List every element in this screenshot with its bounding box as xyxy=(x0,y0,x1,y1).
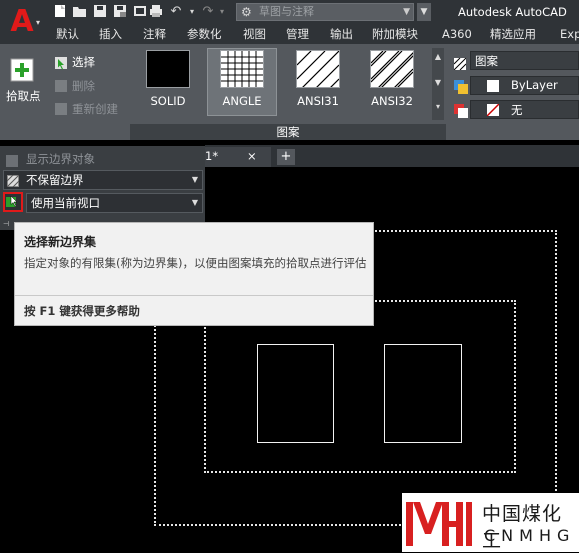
workspace-selector[interactable]: ⚙ 草图与注释 ▼ xyxy=(236,3,414,21)
new-tab-button[interactable]: + xyxy=(277,149,295,165)
select-new-boundary-set-button[interactable] xyxy=(3,192,23,212)
retain-boundaries-select[interactable]: 不保留边界 ▼ xyxy=(3,170,203,190)
chevron-down-icon: ▾ xyxy=(36,18,41,27)
watermark-logo xyxy=(404,496,474,550)
drawing-tab[interactable]: 1* × xyxy=(205,147,271,167)
pick-points-button[interactable]: 拾取点 xyxy=(6,88,41,104)
autocad-logo-icon: A xyxy=(10,4,34,39)
chevron-down-icon: ▼ xyxy=(191,175,198,184)
retain-boundary-icon xyxy=(6,174,20,188)
drawing-tab-label: 1* xyxy=(205,149,219,163)
pattern-item-label: ANSI31 xyxy=(297,94,339,108)
workspace-label: 草图与注释 xyxy=(259,5,314,18)
pin-icon[interactable]: ⊣ xyxy=(3,220,9,228)
tab-default[interactable]: 默认 xyxy=(56,24,79,44)
show-boundary-objects-icon xyxy=(6,152,18,167)
color-swatch xyxy=(487,80,499,92)
file-tab-bar: 1* × + xyxy=(205,145,579,167)
show-boundary-objects-button: 显示边界对象 xyxy=(26,152,95,166)
pattern-item-label: SOLID xyxy=(150,94,186,108)
tab-featured-apps[interactable]: 精选应用 xyxy=(490,24,536,44)
grid-swatch-icon[interactable] xyxy=(220,50,264,88)
new-file-icon[interactable] xyxy=(52,4,68,20)
remove-boundaries-button: 删除 xyxy=(72,79,95,93)
tooltip-divider xyxy=(15,295,373,296)
tab-manage[interactable]: 管理 xyxy=(286,24,309,44)
recreate-boundary-button: 重新创建 xyxy=(72,102,118,116)
quick-access-customize-button[interactable]: ▼ xyxy=(417,3,431,21)
boundaries-expanded-panel: 显示边界对象 不保留边界 ▼ 使用当前视口 ▼ xyxy=(0,146,205,222)
tab-express[interactable]: Exp xyxy=(560,24,579,44)
chevron-down-icon: ▼ xyxy=(403,7,410,17)
redo-dropdown-icon: ▾ xyxy=(219,7,224,16)
background-color-select[interactable]: 无 xyxy=(470,100,579,119)
window-title: Autodesk AutoCAD xyxy=(458,5,567,19)
hatch-color-icon xyxy=(454,79,468,94)
tooltip: 选择新边界集 指定对象的有限集(称为边界集)，以便由图案填充的拾取点进行评估 按… xyxy=(14,222,374,326)
no-color-swatch xyxy=(487,104,499,116)
application-menu-button[interactable]: A ▾ xyxy=(0,0,44,44)
pattern-item-label: ANGLE xyxy=(222,94,262,108)
properties-panel: 图案 ByLayer 无 xyxy=(446,48,579,140)
scroll-up-icon[interactable]: ▲ xyxy=(432,52,444,61)
print-icon[interactable] xyxy=(148,4,164,20)
pattern-panel-title: 图案 xyxy=(130,124,446,140)
remove-boundaries-icon xyxy=(54,78,68,92)
gallery-expand-icon[interactable]: ▾ xyxy=(432,102,444,111)
watermark-en-text: CNMHG xyxy=(484,526,576,545)
tab-a360[interactable]: A360 xyxy=(442,24,472,44)
select-objects-icon xyxy=(54,55,68,70)
tooltip-title: 选择新边界集 xyxy=(24,235,97,249)
left-island-rectangle xyxy=(257,344,334,443)
hatch-color-select[interactable]: ByLayer xyxy=(470,76,579,95)
undo-icon[interactable]: ↶ xyxy=(168,4,184,20)
open-folder-icon[interactable] xyxy=(72,4,88,20)
gear-icon: ⚙ xyxy=(241,5,252,19)
ribbon-tab-bar: 默认 插入 注释 参数化 视图 管理 输出 附加模块 A360 精选应用 Exp xyxy=(44,24,579,44)
scroll-down-icon[interactable]: ▼ xyxy=(432,78,444,87)
diagonal-swatch-icon[interactable] xyxy=(296,50,340,88)
background-color-icon xyxy=(454,103,468,118)
tab-view[interactable]: 视图 xyxy=(243,24,266,44)
boundary-set-select[interactable]: 使用当前视口 ▼ xyxy=(26,193,203,213)
chevron-down-icon: ▼ xyxy=(191,198,198,207)
tooltip-help: 按 F1 键获得更多帮助 xyxy=(24,304,140,318)
save-as-icon[interactable] xyxy=(112,4,128,20)
tab-insert[interactable]: 插入 xyxy=(99,24,122,44)
close-icon[interactable]: × xyxy=(247,149,257,163)
right-island-rectangle xyxy=(384,344,462,443)
pattern-item-label: ANSI32 xyxy=(371,94,413,108)
undo-dropdown-icon[interactable]: ▾ xyxy=(184,4,200,20)
open-web-icon[interactable] xyxy=(132,4,148,20)
tooltip-description: 指定对象的有限集(称为边界集)，以便由图案填充的拾取点进行评估 xyxy=(24,256,367,270)
hatch-type-icon xyxy=(453,55,467,71)
hatch-type-select[interactable]: 图案 xyxy=(470,51,579,70)
tab-parametric[interactable]: 参数化 xyxy=(187,24,222,44)
double-diagonal-swatch-icon[interactable] xyxy=(370,50,414,88)
gallery-scroll[interactable]: ▲ ▼ ▾ xyxy=(432,48,444,120)
recreate-boundary-icon xyxy=(54,101,68,115)
tab-addins[interactable]: 附加模块 xyxy=(372,24,418,44)
watermark: 中国煤化工 CNMHG xyxy=(402,493,579,552)
solid-swatch-icon[interactable] xyxy=(146,50,190,88)
tab-annotate[interactable]: 注释 xyxy=(143,24,166,44)
select-objects-button[interactable]: 选择 xyxy=(72,54,95,70)
tab-output[interactable]: 输出 xyxy=(330,24,353,44)
pick-points-icon[interactable] xyxy=(10,58,34,82)
save-icon[interactable] xyxy=(92,4,108,20)
